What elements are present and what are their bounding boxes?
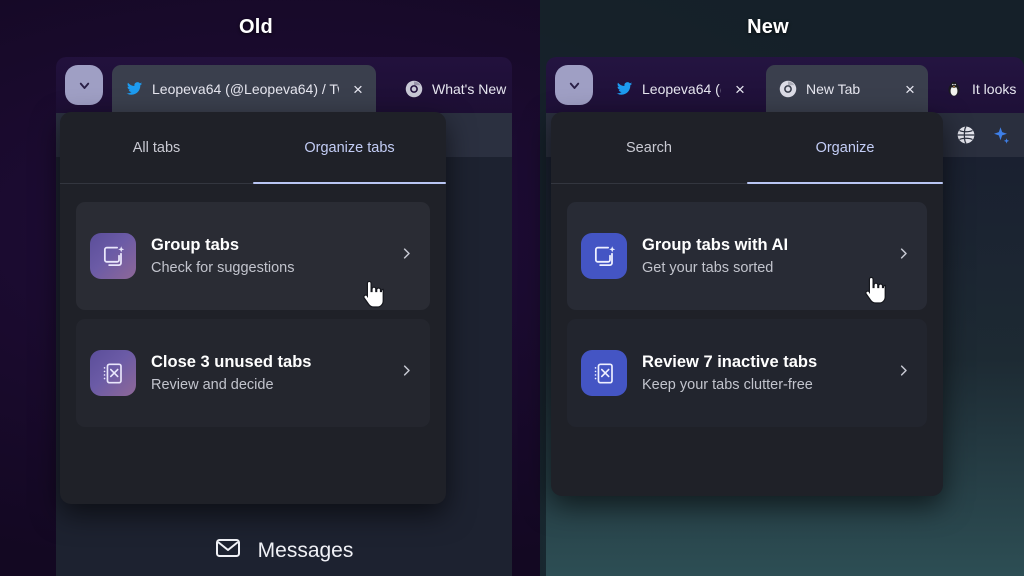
popup-body-old: Group tabs Check for suggestions Close 3… bbox=[60, 184, 446, 427]
group-tabs-sparkle-icon bbox=[90, 233, 136, 279]
tab-title: What's New bbox=[432, 81, 507, 97]
chevron-right-icon bbox=[399, 363, 414, 383]
messages-label: Messages bbox=[257, 538, 354, 562]
tab-title: Leopeva64 (@Leopeva64) / Twi bbox=[152, 81, 339, 97]
tab-new-0[interactable]: Leopeva64 (( × bbox=[602, 65, 758, 113]
globe-icon[interactable] bbox=[956, 125, 976, 145]
tab-new-2[interactable]: It looks bbox=[932, 65, 1024, 113]
tab-new-1[interactable]: New Tab × bbox=[766, 65, 928, 113]
option-card-group-tabs-with-ai[interactable]: Group tabs with AI Get your tabs sorted bbox=[567, 202, 927, 310]
popup-tab-all-tabs[interactable]: All tabs bbox=[60, 112, 253, 183]
option-subtitle: Get your tabs sorted bbox=[642, 260, 774, 276]
tab-search-button-new[interactable] bbox=[555, 65, 593, 105]
option-title: Group tabs with AI bbox=[642, 236, 789, 254]
sparkle-icon[interactable] bbox=[990, 125, 1010, 145]
tab-close-button[interactable]: × bbox=[348, 79, 368, 99]
group-tabs-sparkle-icon bbox=[581, 233, 627, 279]
chevron-right-icon bbox=[399, 246, 414, 266]
option-card-review-inactive-tabs[interactable]: Review 7 inactive tabs Keep your tabs cl… bbox=[567, 319, 927, 427]
chrome-icon bbox=[404, 80, 423, 99]
chevron-down-icon bbox=[567, 78, 582, 93]
option-subtitle: Check for suggestions bbox=[151, 260, 295, 276]
popup-body-new: Group tabs with AI Get your tabs sorted bbox=[551, 184, 943, 427]
popup-tab-strip-old: All tabs Organize tabs bbox=[60, 112, 446, 184]
messages-row[interactable]: Messages bbox=[56, 537, 512, 564]
option-text: Close 3 unused tabs Review and decide bbox=[151, 353, 384, 393]
option-text: Group tabs Check for suggestions bbox=[151, 236, 384, 276]
mail-envelope-icon bbox=[215, 537, 241, 564]
tab-title: New Tab bbox=[806, 81, 861, 97]
tab-organizer-popup-new: Search Organize Group tabs with AI Get y… bbox=[551, 112, 943, 496]
option-text: Group tabs with AI Get your tabs sorted bbox=[642, 236, 881, 276]
tab-strip-new: Leopeva64 (( × New Tab × It looks bbox=[546, 57, 1024, 113]
tab-search-button-old[interactable] bbox=[65, 65, 103, 105]
mouse-cursor-hand bbox=[362, 280, 384, 308]
chevron-right-icon bbox=[896, 363, 911, 383]
tab-strip-old: Leopeva64 (@Leopeva64) / Twi × What's Ne… bbox=[56, 57, 512, 113]
option-card-close-unused-tabs[interactable]: Close 3 unused tabs Review and decide bbox=[76, 319, 430, 427]
tab-old-1[interactable]: What's New bbox=[392, 65, 512, 113]
tab-title: It looks bbox=[972, 81, 1017, 97]
option-text: Review 7 inactive tabs Keep your tabs cl… bbox=[642, 353, 881, 393]
option-subtitle: Review and decide bbox=[151, 377, 274, 393]
chrome-icon bbox=[778, 80, 797, 99]
tab-close-button[interactable]: × bbox=[900, 79, 920, 99]
chevron-down-icon bbox=[77, 78, 92, 93]
option-title: Review 7 inactive tabs bbox=[642, 353, 818, 371]
popup-tab-strip-new: Search Organize bbox=[551, 112, 943, 184]
option-title: Close 3 unused tabs bbox=[151, 353, 312, 371]
tab-organizer-popup-old: All tabs Organize tabs Group tabs Check … bbox=[60, 112, 446, 504]
caption-old: Old bbox=[239, 16, 273, 38]
mouse-cursor-hand bbox=[864, 276, 886, 304]
penguin-icon bbox=[944, 80, 963, 99]
tab-old-0[interactable]: Leopeva64 (@Leopeva64) / Twi × bbox=[112, 65, 376, 113]
close-tabs-x-icon bbox=[90, 350, 136, 396]
popup-tab-organize-tabs[interactable]: Organize tabs bbox=[253, 112, 446, 184]
option-subtitle: Keep your tabs clutter-free bbox=[642, 377, 813, 393]
option-title: Group tabs bbox=[151, 236, 240, 254]
popup-tab-search[interactable]: Search bbox=[551, 112, 747, 183]
tab-title: Leopeva64 (( bbox=[642, 81, 721, 97]
caption-new: New bbox=[747, 16, 789, 38]
popup-tab-organize[interactable]: Organize bbox=[747, 112, 943, 184]
tab-close-button[interactable]: × bbox=[730, 79, 750, 99]
screenshot-stage: Old New Leopeva64 (@Leopeva64) / Twi × W… bbox=[0, 0, 1024, 576]
twitter-icon bbox=[614, 80, 633, 99]
chevron-right-icon bbox=[896, 246, 911, 266]
close-tabs-x-icon bbox=[581, 350, 627, 396]
option-card-group-tabs[interactable]: Group tabs Check for suggestions bbox=[76, 202, 430, 310]
twitter-icon bbox=[124, 80, 143, 99]
